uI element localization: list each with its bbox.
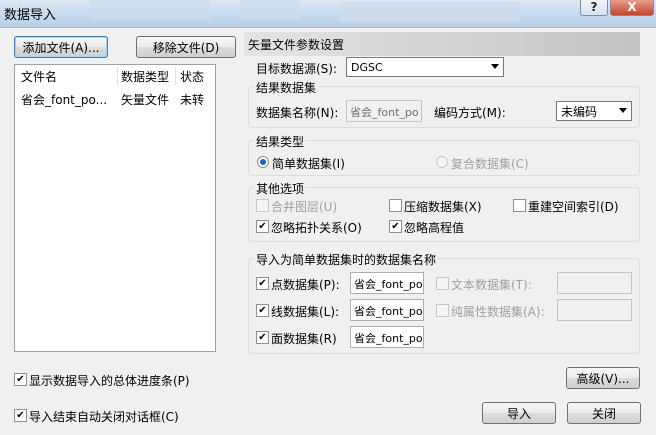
line-dataset-label[interactable]: 线数据集(L): [271,303,339,320]
simple-dataset-radio[interactable] [257,156,269,168]
check-icon: ✔ [258,304,267,316]
region-dataset-input[interactable]: 省会_font_po [350,326,424,348]
point-dataset-checkbox[interactable]: ✔ [256,277,269,290]
show-progress-label[interactable]: 显示数据导入的总体进度条(P) [29,372,190,389]
ignore-topology-checkbox[interactable]: ✔ [256,220,269,233]
column-header-datatype[interactable]: 数据类型 [121,68,169,85]
point-dataset-input[interactable]: 省会_font_po [350,272,424,294]
simple-dataset-names-group-title: 导入为简单数据集时的数据集名称 [254,251,439,268]
result-type-group-title: 结果类型 [254,133,307,150]
file-list-header: 文件名 数据类型 状态 [15,65,215,87]
point-dataset-label[interactable]: 点数据集(P): [271,276,340,293]
chevron-down-icon [619,108,627,113]
target-datasource-select[interactable]: DGSC [346,57,504,77]
other-options-group-title: 其他选项 [254,180,307,197]
auto-close-checkbox[interactable]: ✔ [14,409,27,422]
remove-file-button[interactable]: 移除文件(D) [136,36,236,58]
compress-dataset-checkbox[interactable] [389,199,402,212]
encoding-value: 未编码 [561,104,598,119]
column-header-filename[interactable]: 文件名 [21,68,57,85]
file-name-cell: 省会_font_po... [21,93,108,107]
title-bar-blur [240,0,300,20]
file-list[interactable]: 文件名 数据类型 状态 省会_font_po... 矢量文件 未转 [14,64,216,352]
radio-selected-dot [260,159,266,165]
help-button[interactable]: ? [580,0,608,16]
merge-layers-label[interactable]: 合并图层(U) [271,198,337,215]
line-dataset-checkbox[interactable]: ✔ [256,304,269,317]
dataset-name-label: 数据集名称(N): [256,106,339,120]
rebuild-spatial-index-checkbox[interactable] [513,199,526,212]
import-button[interactable]: 导入 [482,402,556,424]
rebuild-spatial-index-label[interactable]: 重建空间索引(D) [528,198,619,215]
result-dataset-group-title: 结果数据集 [254,79,319,96]
region-dataset-checkbox[interactable]: ✔ [256,331,269,344]
text-dataset-checkbox[interactable] [436,277,449,290]
title-bar-blur [340,2,520,22]
complex-dataset-label[interactable]: 复合数据集(C) [451,155,529,172]
line-dataset-input[interactable]: 省会_font_po [350,299,424,321]
encoding-select[interactable]: 未编码 [556,101,632,121]
complex-dataset-radio[interactable] [436,156,448,168]
check-icon: ✔ [16,373,25,385]
window-close-button[interactable]: X [610,0,654,16]
show-progress-checkbox[interactable]: ✔ [14,373,27,386]
settings-header-title: 矢量文件参数设置 [248,38,345,52]
settings-header: 矢量文件参数设置 [244,32,640,56]
simple-dataset-label[interactable]: 简单数据集(I) [272,155,345,172]
ignore-elevation-label[interactable]: 忽略高程值 [404,219,464,236]
text-dataset-input[interactable] [557,272,632,294]
check-icon: ✔ [258,331,267,343]
dataset-name-input[interactable]: 省会_font_po [346,100,422,122]
target-datasource-value: DGSC [351,60,383,74]
ignore-topology-label[interactable]: 忽略拓扑关系(O) [271,219,362,236]
check-icon: ✔ [258,277,267,289]
window-title: 数据导入 [4,8,57,23]
check-icon: ✔ [16,409,25,421]
merge-layers-checkbox[interactable] [256,199,269,212]
column-divider[interactable] [117,67,118,85]
close-button[interactable]: 关闭 [567,402,641,424]
auto-close-label[interactable]: 导入结束自动关闭对话框(C) [29,408,179,425]
compress-dataset-label[interactable]: 压缩数据集(X) [404,198,482,215]
file-type-cell: 矢量文件 [121,93,170,107]
title-bar-blur [90,0,210,20]
chevron-down-icon [491,64,499,69]
column-divider[interactable] [175,67,176,85]
attribute-dataset-label[interactable]: 纯属性数据集(A): [451,303,545,320]
attribute-dataset-input[interactable] [557,299,632,321]
target-datasource-label: 目标数据源(S): [256,62,338,76]
file-status-cell: 未转 [180,93,205,107]
table-row[interactable]: 省会_font_po... 矢量文件 未转 [16,89,214,109]
ignore-elevation-checkbox[interactable]: ✔ [389,220,402,233]
check-icon: ✔ [391,220,400,232]
column-header-status[interactable]: 状态 [180,68,204,85]
encoding-label: 编码方式(M): [434,106,506,120]
attribute-dataset-checkbox[interactable] [436,304,449,317]
check-icon: ✔ [258,220,267,232]
region-dataset-label[interactable]: 面数据集(R) [271,330,337,347]
add-file-button[interactable]: 添加文件(A)... [14,36,108,58]
advanced-button[interactable]: 高级(V)... [566,367,640,389]
text-dataset-label[interactable]: 文本数据集(T): [451,276,532,293]
